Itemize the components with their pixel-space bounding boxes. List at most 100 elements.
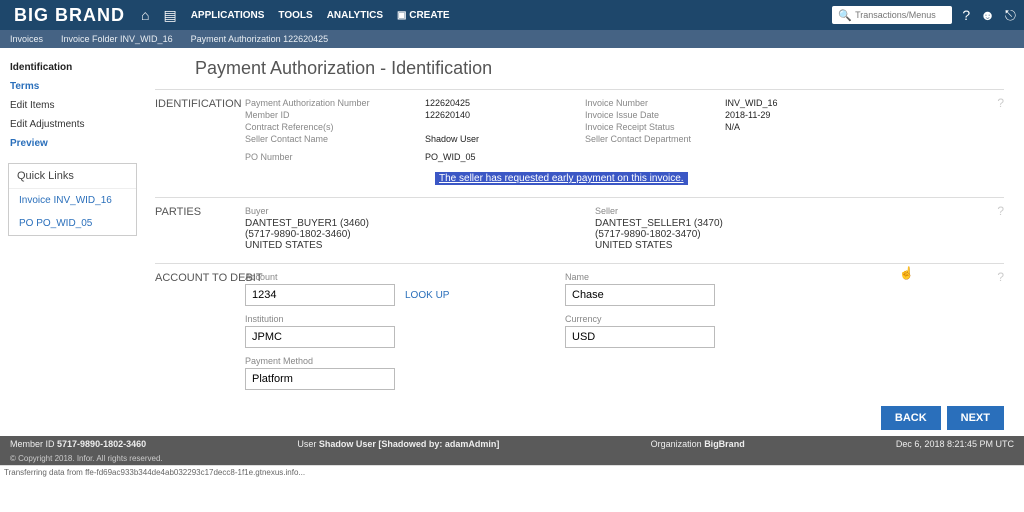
page-title: Payment Authorization - Identification <box>195 58 1004 79</box>
seller-phone: (5717-9890-1802-3470) <box>595 229 895 240</box>
lbl-institution: Institution <box>245 314 525 324</box>
footer-copyright: © Copyright 2018. Infor. All rights rese… <box>0 452 1024 465</box>
quick-links: Quick Links Invoice INV_WID_16 PO PO_WID… <box>8 163 137 236</box>
main-area: Identification Terms Edit Items Edit Adj… <box>0 48 1024 400</box>
field-account: Account LOOK UP <box>245 272 525 306</box>
home-icon[interactable]: ⌂ <box>141 7 149 23</box>
input-account[interactable] <box>245 284 395 306</box>
footer-org-val: BigBrand <box>704 439 745 449</box>
footer-date: Dec 6, 2018 8:21:45 PM UTC <box>896 439 1014 449</box>
val-member: 122620140 <box>425 110 585 120</box>
sidebar-item-terms[interactable]: Terms <box>8 77 137 96</box>
quick-link-po[interactable]: PO PO_WID_05 <box>9 212 136 235</box>
help-icon[interactable]: ? <box>962 7 970 23</box>
top-bar: BIG BRAND ⌂ ▤ APPLICATIONS TOOLS ANALYTI… <box>0 0 1024 30</box>
buyer-label: Buyer <box>245 206 545 216</box>
buyer-country: UNITED STATES <box>245 240 545 251</box>
nav-tools[interactable]: TOOLS <box>278 10 312 21</box>
top-nav: ⌂ ▤ APPLICATIONS TOOLS ANALYTICS ▣ CREAT… <box>141 7 450 24</box>
nav-create[interactable]: ▣ CREATE <box>397 10 450 21</box>
seller-label: Seller <box>595 206 895 216</box>
section-parties: PARTIES ? Buyer DANTEST_BUYER1 (3460) (5… <box>155 197 1004 263</box>
lbl-issue-date: Invoice Issue Date <box>585 110 725 120</box>
section-title-parties: PARTIES <box>155 206 201 218</box>
lbl-currency: Currency <box>565 314 845 324</box>
help-icon[interactable]: ? <box>997 204 1004 218</box>
val-po: PO_WID_05 <box>425 146 585 162</box>
lbl-name: Name <box>565 272 845 282</box>
field-currency: Currency <box>565 314 845 348</box>
input-payment-method[interactable] <box>245 368 395 390</box>
lbl-seller-contact: Seller Contact Name <box>245 134 425 144</box>
lbl-pan: Payment Authorization Number <box>245 98 425 108</box>
search-box[interactable]: 🔍 <box>832 6 952 24</box>
lbl-payment-method: Payment Method <box>245 356 525 366</box>
back-button[interactable]: BACK <box>881 406 941 430</box>
lookup-link[interactable]: LOOK UP <box>405 290 449 301</box>
section-identification: IDENTIFICATION ? Payment Authorization N… <box>155 89 1004 197</box>
breadcrumb-folder[interactable]: Invoice Folder INV_WID_16 <box>61 34 173 44</box>
val-issue-date: 2018-11-29 <box>725 110 845 120</box>
help-icon[interactable]: ? <box>997 270 1004 284</box>
footer-member-lbl: Member ID <box>10 439 55 449</box>
input-currency[interactable] <box>565 326 715 348</box>
status-bar: Transferring data from ffe-fd69ac933b344… <box>0 465 1024 479</box>
button-row: BACK NEXT <box>0 400 1024 436</box>
brand-logo: BIG BRAND <box>8 5 135 26</box>
help-icon[interactable]: ? <box>997 96 1004 110</box>
nav-analytics[interactable]: ANALYTICS <box>327 10 383 21</box>
footer-user-lbl: User <box>297 439 316 449</box>
section-title-account: ACCOUNT TO DEBIT <box>155 272 263 284</box>
next-button[interactable]: NEXT <box>947 406 1004 430</box>
sidebar-item-identification[interactable]: Identification <box>8 58 137 77</box>
seller-name: DANTEST_SELLER1 (3470) <box>595 218 895 229</box>
cursor-icon: ☝ <box>899 266 914 280</box>
val-pan: 122620425 <box>425 98 585 108</box>
sidebar-item-edit-items[interactable]: Edit Items <box>8 96 137 115</box>
val-seller-contact: Shadow User <box>425 134 585 144</box>
lbl-invoice-no: Invoice Number <box>585 98 725 108</box>
lbl-member: Member ID <box>245 110 425 120</box>
breadcrumb-current[interactable]: Payment Authorization 122620425 <box>191 34 329 44</box>
top-right-icons: ? ☻ ⎋ <box>962 7 1016 24</box>
sidebar-item-edit-adjustments[interactable]: Edit Adjustments <box>8 115 137 134</box>
search-icon: 🔍 <box>838 9 852 22</box>
field-name: Name <box>565 272 845 306</box>
plus-icon: ▣ <box>397 10 409 21</box>
buyer-name: DANTEST_BUYER1 (3460) <box>245 218 545 229</box>
val-receipt-status: N/A <box>725 122 845 132</box>
buyer-phone: (5717-9890-1802-3460) <box>245 229 545 240</box>
input-institution[interactable] <box>245 326 395 348</box>
lbl-po: PO Number <box>245 146 425 162</box>
party-seller: Seller DANTEST_SELLER1 (3470) (5717-9890… <box>595 206 895 251</box>
lbl-account: Account <box>245 272 525 282</box>
lbl-contract: Contract Reference(s) <box>245 122 425 132</box>
seller-country: UNITED STATES <box>595 240 895 251</box>
sidebar: Identification Terms Edit Items Edit Adj… <box>0 48 145 400</box>
footer-user-val: Shadow User [Shadowed by: adamAdmin] <box>319 439 500 449</box>
quick-link-invoice[interactable]: Invoice INV_WID_16 <box>9 189 136 212</box>
side-menu: Identification Terms Edit Items Edit Adj… <box>8 58 137 153</box>
nav-applications[interactable]: APPLICATIONS <box>191 10 265 21</box>
clipboard-icon[interactable]: ▤ <box>163 7 176 24</box>
sidebar-item-preview[interactable]: Preview <box>8 134 137 153</box>
lbl-seller-dept: Seller Contact Department <box>585 134 725 144</box>
logout-icon[interactable]: ⎋ <box>1005 7 1016 24</box>
user-icon[interactable]: ☻ <box>980 7 995 23</box>
breadcrumb: Invoices Invoice Folder INV_WID_16 Payme… <box>0 30 1024 48</box>
early-payment-notice[interactable]: The seller has requested early payment o… <box>435 172 688 185</box>
breadcrumb-invoices[interactable]: Invoices <box>10 34 43 44</box>
footer-bar: Member ID 5717-9890-1802-3460 User Shado… <box>0 436 1024 452</box>
footer-org-lbl: Organization <box>651 439 702 449</box>
input-name[interactable] <box>565 284 715 306</box>
party-buyer: Buyer DANTEST_BUYER1 (3460) (5717-9890-1… <box>245 206 545 251</box>
footer-member-val: 5717-9890-1802-3460 <box>57 439 146 449</box>
search-input[interactable] <box>855 10 946 20</box>
section-account: ACCOUNT TO DEBIT ? ☝ Account LOOK UP Nam… <box>155 263 1004 394</box>
content: Payment Authorization - Identification I… <box>145 48 1024 400</box>
lbl-receipt-status: Invoice Receipt Status <box>585 122 725 132</box>
quick-links-header: Quick Links <box>9 164 136 189</box>
section-title-identification: IDENTIFICATION <box>155 98 242 110</box>
field-payment-method: Payment Method <box>245 356 525 390</box>
field-institution: Institution <box>245 314 525 348</box>
